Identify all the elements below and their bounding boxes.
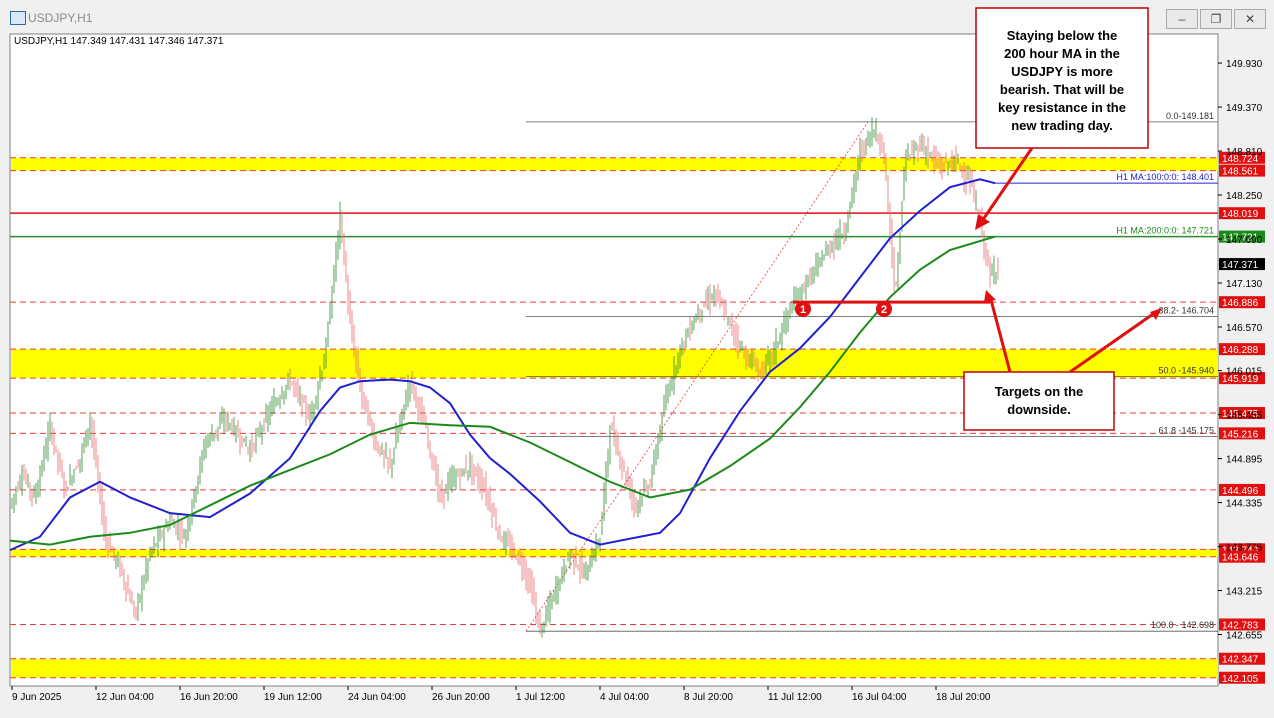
marker-label: 2 xyxy=(881,304,887,316)
support-resistance-zone xyxy=(11,658,1218,678)
ma100-label: H1 MA:100:0:0: 148.401 xyxy=(1116,172,1214,182)
y-tick-label: 148.250 xyxy=(1226,191,1263,202)
x-tick-label: 11 Jul 12:00 xyxy=(768,692,822,703)
chart-area[interactable]: 0.0-149.181 38.2- 146.704 50.0 -145.940 61.… xyxy=(0,0,1274,718)
x-tick-label: 9 Jun 2025 xyxy=(12,692,62,703)
price-chart-svg[interactable]: 0.0-149.181 38.2- 146.704 50.0 -145.940 61.… xyxy=(0,0,1274,713)
y-tick-label: 147.690 xyxy=(1226,235,1263,246)
fibonacci-level-label: 100.0 - 142.698 xyxy=(1151,620,1214,630)
x-tick-label: 26 Jun 20:00 xyxy=(432,692,490,703)
chart-window: USDJPY,H1 ‒ ❐ ✕ 0.0-149.181 38.2- 146.704… xyxy=(0,0,1274,713)
x-tick-label: 12 Jun 04:00 xyxy=(96,692,154,703)
price-tag-label: 142.347 xyxy=(1222,655,1259,666)
callout-text-line: Targets on the xyxy=(995,384,1084,399)
callout-text-line: downside. xyxy=(1007,402,1071,417)
y-tick-label: 144.335 xyxy=(1226,499,1263,510)
x-tick-label: 19 Jun 12:00 xyxy=(264,692,322,703)
callout-text-line: Staying below the xyxy=(1007,28,1118,43)
x-tick-label: 18 Jul 20:00 xyxy=(936,692,991,703)
callout-text-line: bearish. That will be xyxy=(1000,82,1124,97)
y-tick-label: 149.930 xyxy=(1226,59,1263,70)
x-tick-label: 4 Jul 04:00 xyxy=(600,692,649,703)
price-tag-label: 144.496 xyxy=(1222,486,1259,497)
x-tick-label: 1 Jul 12:00 xyxy=(516,692,565,703)
callout-text-line: 200 hour MA in the xyxy=(1004,46,1120,61)
support-resistance-zone xyxy=(11,549,1218,557)
y-tick-label: 143.775 xyxy=(1226,543,1263,554)
fibonacci-level-label: 38.2- 146.704 xyxy=(1158,305,1214,315)
x-tick-label: 16 Jun 20:00 xyxy=(180,692,238,703)
price-tag-label: 146.288 xyxy=(1222,345,1259,356)
y-tick-label: 148.810 xyxy=(1226,147,1263,158)
callout-box-bottom xyxy=(963,371,1115,431)
price-tag-label: 148.019 xyxy=(1222,209,1259,220)
y-tick-label: 146.015 xyxy=(1226,367,1263,378)
y-tick-label: 143.215 xyxy=(1226,587,1263,598)
fibonacci-level-label: 61.8 -145.175 xyxy=(1158,426,1214,436)
support-resistance-zone xyxy=(11,157,1218,171)
x-tick-label: 16 Jul 04:00 xyxy=(852,692,907,703)
symbol-header: USDJPY,H1 147.349 147.431 147.346 147.37… xyxy=(14,36,224,47)
y-tick-label: 149.370 xyxy=(1226,103,1263,114)
price-tag-label: 142.105 xyxy=(1222,674,1259,685)
y-tick-label: 144.895 xyxy=(1226,455,1263,466)
ma200-label: H1 MA:200:0:0: 147.721 xyxy=(1116,226,1214,236)
fibonacci-level-label: 0.0-149.181 xyxy=(1166,111,1214,121)
fibonacci-level-label: 50.0 -145.940 xyxy=(1158,365,1214,375)
y-tick-label: 145.455 xyxy=(1226,411,1263,422)
y-tick-label: 142.655 xyxy=(1226,631,1263,642)
marker-label: 1 xyxy=(800,304,806,316)
callout-text-line: USDJPY is more xyxy=(1011,64,1113,79)
price-tag-label: 148.561 xyxy=(1222,167,1259,178)
x-tick-label: 24 Jun 04:00 xyxy=(348,692,406,703)
price-tag-label: 145.216 xyxy=(1222,429,1259,440)
price-tag-label: 143.646 xyxy=(1222,553,1259,564)
price-tag-label: 147.371 xyxy=(1222,260,1259,271)
y-tick-label: 147.130 xyxy=(1226,279,1263,290)
callout-text-line: new trading day. xyxy=(1011,118,1113,133)
callout-text-line: key resistance in the xyxy=(998,100,1126,115)
x-tick-label: 8 Jul 20:00 xyxy=(684,692,733,703)
price-tag-label: 146.886 xyxy=(1222,298,1259,309)
y-tick-label: 146.570 xyxy=(1226,323,1263,334)
